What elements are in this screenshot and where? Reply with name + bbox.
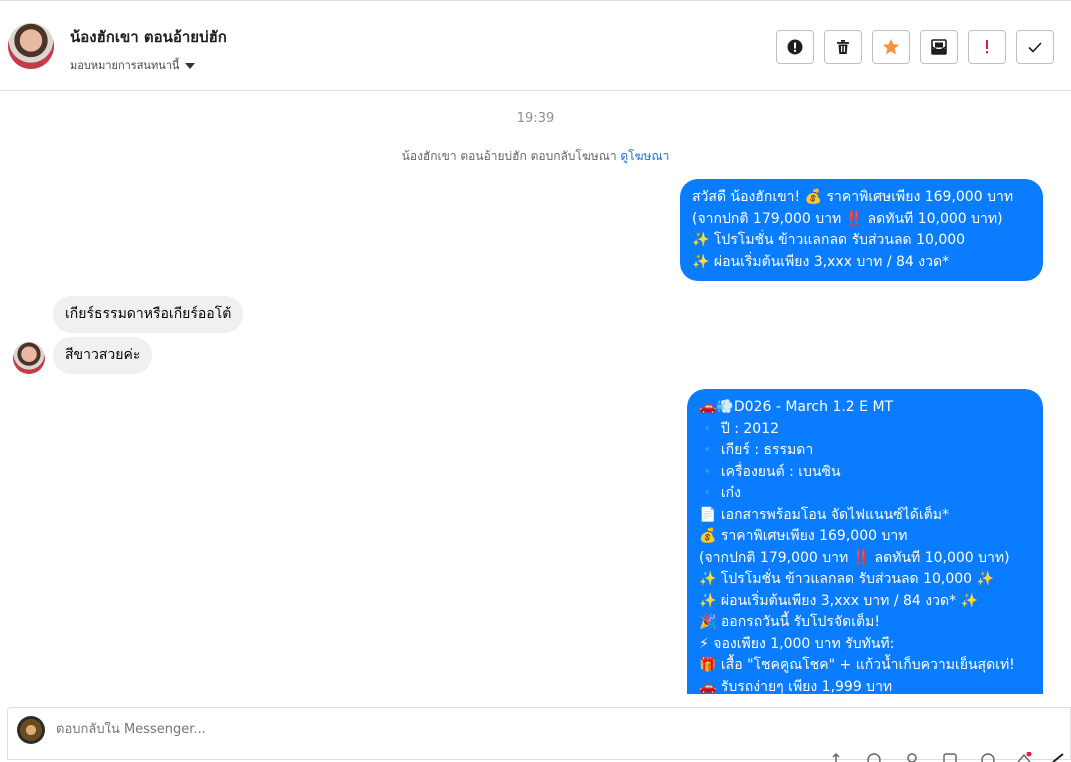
message-line: สวัสดี น้องฮักเขา! 💰 ราคาพิเศษเพียง 169,… <box>692 189 1014 205</box>
emoji-icon[interactable] <box>866 752 882 762</box>
saved-replies-icon[interactable] <box>1016 752 1032 762</box>
message-line: 🎁 เสื้อ "โชคคูณโชค" + แก้วน้ำเก็บความเย็… <box>699 657 1015 673</box>
contact-avatar-small <box>13 342 45 374</box>
star-icon <box>882 38 900 55</box>
mark-unread-button[interactable] <box>920 30 958 64</box>
assign-conversation-dropdown[interactable]: มอบหมายการสนทนานี้ <box>70 56 196 74</box>
alert-circle-icon <box>787 39 803 55</box>
message-line: ✨ ผ่อนเริ่มต้นเพียง 3,xxx บาท / 84 งวด* … <box>699 592 978 609</box>
message-line: ✨ โปรโมชั่น ข้าวแลกลด รับส่วนลด 10,000 ✨ <box>699 571 994 587</box>
message-line: 💰 ราคาพิเศษเพียง 169,000 บาท <box>699 528 908 544</box>
pin-icon[interactable] <box>904 752 920 762</box>
message-line: 🔹 เก๋ง <box>699 485 741 501</box>
outgoing-message-long: 🚗💨D026 - March 1.2 E MT 🔹 ปี : 2012 🔹 เก… <box>687 389 1043 694</box>
message-line: 🔹 เครื่องยนต์ : เบนซิน <box>699 463 841 480</box>
assign-label: มอบหมายการสนทนานี้ <box>70 59 180 72</box>
delete-button[interactable] <box>824 30 862 64</box>
send-icon[interactable] <box>1050 752 1066 762</box>
spam-button[interactable] <box>968 30 1006 64</box>
incoming-message: เกียร์ธรรมดาหรือเกียร์ออโต้ <box>53 296 244 333</box>
trash-icon <box>837 40 849 54</box>
message-timestamp: 19:39 <box>516 111 555 126</box>
page-avatar <box>17 716 45 744</box>
message-line: (จากปกติ 179,000 บาท ‼️ ลดทันที 10,000 บ… <box>699 549 1010 566</box>
caret-down-icon <box>185 63 196 69</box>
reply-composer <box>7 707 1071 762</box>
message-line: 🚗 รับรถง่ายๆ เพียง 1,999 บาท <box>699 678 893 695</box>
message-line: 🔹 ปี : 2012 <box>699 420 780 437</box>
star-button[interactable] <box>872 30 910 64</box>
report-button[interactable] <box>776 30 814 64</box>
message-line: ✨ โปรโมชั่น ข้าวแลกลด รับส่วนลด 10,000 <box>692 232 966 248</box>
outgoing-message: สวัสดี น้องฮักเขา! 💰 ราคาพิเศษเพียง 169,… <box>680 179 1043 281</box>
ad-reply-text: น้องฮักเขา ตอนอ้ายบ่ฮัก ตอบกลับโฆษณา <box>401 149 617 163</box>
envelope-icon <box>931 39 947 55</box>
message-line: (จากปกติ 179,000 บาท ‼️ ลดทันที 10,000 บ… <box>692 210 1003 227</box>
incoming-message: สีขาวสวยค่ะ <box>53 337 153 374</box>
done-button[interactable] <box>1016 30 1054 64</box>
exclamation-icon <box>986 40 988 54</box>
message-line: 🔹 เกียร์ : ธรรมดา <box>699 442 814 458</box>
message-line: ⚡ จองเพียง 1,000 บาท รับทันที: <box>699 635 895 652</box>
conversation-header: น้องฮักเขา ตอนอ้ายบ่ฮัก มอบหมายการสนทนาน… <box>0 0 1071 91</box>
attach-icon[interactable] <box>828 752 844 762</box>
clock-icon[interactable] <box>980 752 996 762</box>
view-ad-link[interactable]: ดูโฆษณา <box>620 149 669 163</box>
reply-input[interactable] <box>56 722 756 737</box>
ad-reply-notice: น้องฮักเขา ตอนอ้ายบ่ฮัก ตอบกลับโฆษณา ดูโ… <box>0 147 1071 166</box>
outgoing-message: 🚗💨D026 - March 1.2 E MT 🔹 ปี : 2012 🔹 เก… <box>687 389 1043 694</box>
check-icon <box>1028 42 1042 53</box>
message-line: 📄 เอกสารพร้อมโอน จัดไฟแนนซ์ได้เต็ม* <box>699 506 949 523</box>
message-line: 🚗💨D026 - March 1.2 E MT <box>699 399 894 415</box>
message-line: 🎉 ออกรถวันนี้ รับโปรจัดเต็ม! <box>699 614 880 630</box>
contact-avatar[interactable] <box>8 23 54 69</box>
message-line: ✨ ผ่อนเริ่มต้นเพียง 3,xxx บาท / 84 งวด* <box>692 253 950 270</box>
image-icon[interactable] <box>942 752 958 762</box>
contact-name[interactable]: น้องฮักเขา ตอนอ้ายบ่ฮัก <box>70 25 227 49</box>
